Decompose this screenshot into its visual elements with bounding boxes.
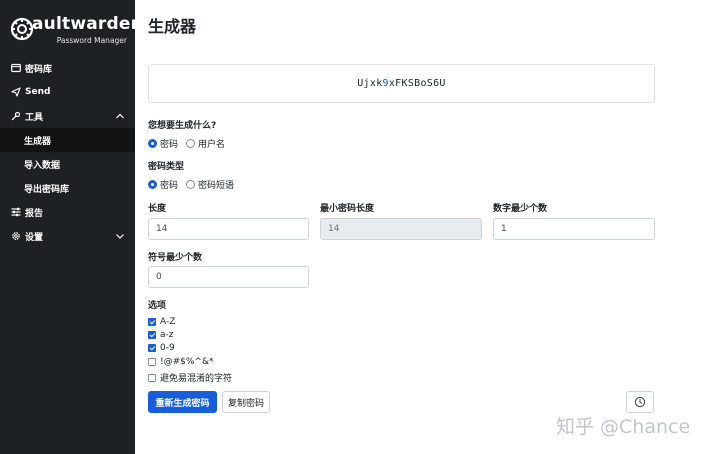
radio-label: 密码 [160, 140, 179, 150]
option-numbers[interactable]: 0-9 [148, 343, 175, 353]
checkbox-avoid-ambiguous[interactable] [148, 373, 156, 382]
radio-label: 密码 [160, 181, 179, 191]
option-avoid-ambiguous[interactable]: 避免易混淆的字符 [148, 371, 232, 384]
radio-label: 用户名 [198, 140, 226, 150]
vaultwarden-logo[interactable]: aultwarden Password Manager [10, 14, 143, 46]
sidebar-item-label: 报告 [25, 208, 44, 219]
password-part-suffix: xFKSBoS6U [388, 78, 446, 89]
checkbox-numbers[interactable] [148, 344, 156, 352]
length-label: 长度 [148, 204, 167, 214]
chevron-down-icon[interactable] [115, 231, 125, 241]
vault-shield-logo-icon [10, 17, 34, 41]
sidebar-item-import-data[interactable]: 导入数据 [0, 152, 135, 176]
checkbox-label: a-z [160, 330, 174, 340]
main-content: 生成器 Ujxk 9 xFKSBoS6U 您想要生成什么? 密码 用户名 密码类型 … [135, 0, 720, 454]
sidebar-item-label: Send [25, 87, 51, 97]
sidebar-item-tools[interactable]: 工具 [0, 104, 135, 128]
password-type-group: 密码 密码短语 [148, 178, 242, 191]
length-input[interactable]: 14 [148, 218, 309, 240]
radio-generate-username[interactable] [186, 139, 196, 148]
sidebar-item-label: 导入数据 [24, 160, 61, 171]
sidebar-item-label: 生成器 [24, 136, 52, 147]
password-type-label: 密码类型 [148, 162, 185, 172]
min-special-label: 符号最少个数 [148, 253, 203, 263]
radio-type-password[interactable] [148, 180, 157, 189]
min-special-input[interactable]: 0 [148, 266, 309, 288]
sidebar-item-export-vault[interactable]: 导出密码库 [0, 176, 135, 200]
checkbox-special[interactable] [148, 358, 156, 366]
option-uppercase[interactable]: A-Z [148, 317, 175, 327]
min-length-label: 最小密码长度 [320, 204, 375, 214]
sidebar-item-label: 设置 [25, 232, 44, 243]
sliders-icon [10, 207, 21, 218]
sidebar-item-generator[interactable]: 生成器 [0, 128, 135, 152]
radio-label: 密码短语 [198, 181, 235, 191]
watermark: 知乎 @Chance [556, 416, 691, 438]
logo-wordmark: aultwarden [32, 14, 143, 34]
min-numbers-label: 数字最少个数 [493, 204, 548, 214]
sidebar-item-label: 导出密码库 [24, 184, 70, 195]
radio-type-passphrase[interactable] [186, 180, 196, 189]
option-lowercase[interactable]: a-z [148, 330, 174, 340]
sidebar-item-label: 工具 [25, 112, 44, 123]
checkbox-uppercase[interactable] [148, 318, 156, 326]
checkbox-label: A-Z [160, 317, 176, 327]
wrench-icon [10, 111, 21, 122]
send-icon [10, 87, 21, 98]
sidebar-nav: 密码库 Send 工具 生成器 导入数据 导出密码库 报告 设置 [0, 56, 135, 248]
checkbox-label: 避免易混淆的字符 [160, 374, 233, 384]
page-title: 生成器 [148, 17, 197, 36]
copy-password-button[interactable]: 复制密码 [222, 391, 270, 413]
history-icon [634, 396, 646, 408]
sidebar-item-send[interactable]: Send [0, 80, 135, 104]
chevron-up-icon[interactable] [115, 111, 125, 121]
option-special[interactable]: !@#$%^&* [148, 357, 214, 367]
vault-icon [10, 63, 21, 74]
sidebar-item-vault[interactable]: 密码库 [0, 56, 135, 80]
generated-password-display[interactable]: Ujxk 9 xFKSBoS6U [148, 64, 655, 103]
radio-generate-password[interactable] [148, 139, 157, 148]
logo-subtitle: Password Manager [56, 36, 127, 45]
options-label: 选项 [148, 301, 167, 311]
min-numbers-input[interactable]: 1 [493, 218, 655, 240]
regenerate-password-button[interactable]: 重新生成密码 [148, 391, 217, 413]
sidebar-item-reports[interactable]: 报告 [0, 200, 135, 224]
what-to-generate-label: 您想要生成什么? [148, 121, 217, 131]
checkbox-lowercase[interactable] [148, 331, 156, 339]
checkbox-label: 0-9 [160, 343, 175, 353]
what-to-generate-group: 密码 用户名 [148, 137, 233, 150]
password-part-prefix: Ujxk [357, 78, 383, 89]
min-length-input: 14 [320, 218, 482, 240]
checkbox-label: !@#$%^&* [160, 357, 214, 367]
password-history-button[interactable] [626, 391, 654, 413]
gear-icon [10, 231, 21, 242]
sidebar-item-settings[interactable]: 设置 [0, 224, 135, 248]
sidebar: aultwarden Password Manager 密码库 Send 工具 … [0, 0, 143, 454]
sidebar-item-label: 密码库 [25, 64, 53, 75]
